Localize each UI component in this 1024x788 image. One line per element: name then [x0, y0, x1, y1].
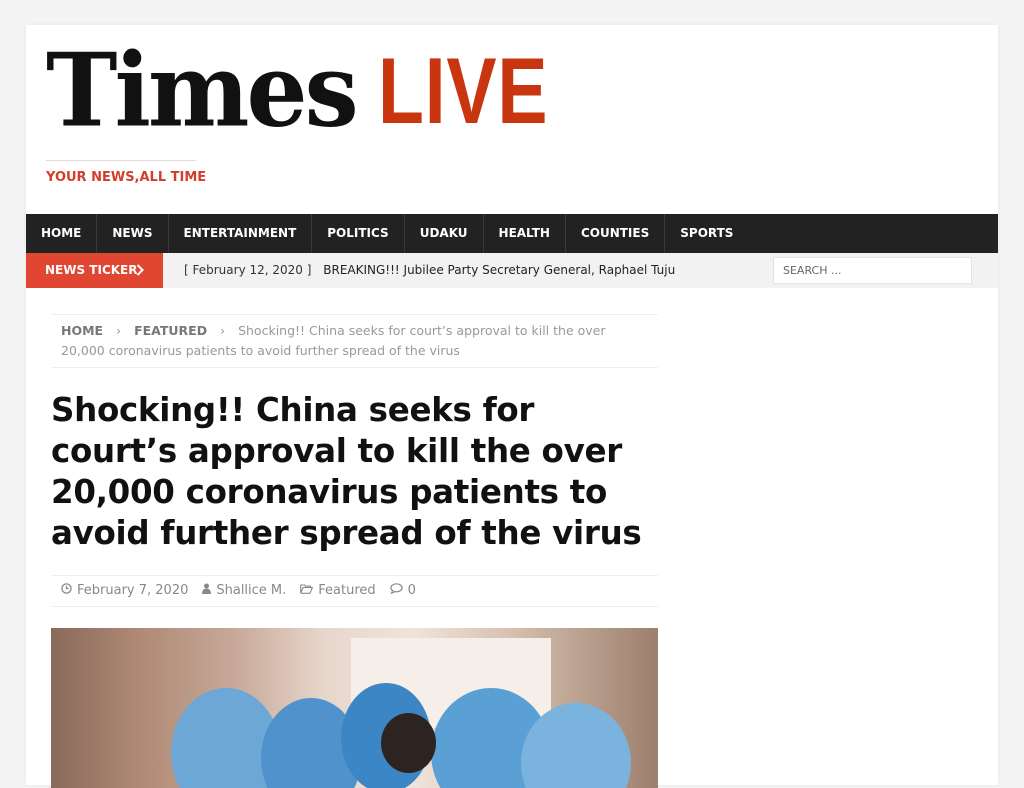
article-date: February 7, 2020	[77, 583, 189, 598]
site-header: Times LIVE YOUR NEWS,ALL TIME	[26, 25, 998, 214]
chevron-right-icon	[136, 253, 144, 288]
image-figure	[381, 713, 436, 773]
logo-live-text: LIVE	[377, 38, 548, 143]
comment-icon	[389, 576, 403, 606]
nav-item-entertainment[interactable]: ENTERTAINMENT	[169, 214, 313, 253]
search-input[interactable]	[773, 257, 972, 284]
folder-icon	[300, 576, 314, 606]
meta-category: Featured	[300, 576, 376, 606]
clock-icon	[61, 576, 72, 606]
news-ticker-label: NEWS TICKER	[26, 253, 163, 288]
nav-item-home[interactable]: HOME	[26, 214, 98, 253]
breadcrumb-separator-icon: ›	[116, 323, 122, 338]
article-meta: February 7, 2020 Shallice M. Featured 0	[51, 575, 658, 607]
meta-author: Shallice M.	[202, 576, 286, 606]
user-icon	[202, 576, 212, 606]
site-logo[interactable]: Times LIVE	[46, 31, 591, 150]
meta-date: February 7, 2020	[61, 576, 188, 606]
breadcrumb-category-link[interactable]: FEATURED	[134, 323, 207, 338]
nav-item-counties[interactable]: COUNTIES	[566, 214, 666, 253]
nav-item-health[interactable]: HEALTH	[484, 214, 566, 253]
nav-item-news[interactable]: NEWS	[97, 214, 169, 253]
main-navigation: HOME NEWS ENTERTAINMENT POLITICS UDAKU H…	[26, 214, 998, 253]
meta-comments: 0	[389, 576, 416, 606]
article-author-link[interactable]: Shallice M.	[216, 576, 286, 606]
ticker-headline-link[interactable]: [ February 12, 2020 ] BREAKING!!! Jubile…	[184, 253, 675, 288]
article-category-link[interactable]: Featured	[318, 576, 375, 606]
page-wrapper: Times LIVE YOUR NEWS,ALL TIME HOME NEWS …	[26, 25, 998, 788]
breadcrumb: HOME › FEATURED › Shocking!! China seeks for…	[51, 314, 658, 368]
news-ticker-bar: NEWS TICKER [ February 12, 2020 ] BREAKI…	[26, 253, 998, 288]
logo-times-text: Times	[46, 31, 359, 150]
article-title: Shocking!! China seeks for court’s appro…	[51, 391, 642, 552]
nav-item-politics[interactable]: POLITICS	[312, 214, 405, 253]
site-tagline: YOUR NEWS,ALL TIME	[46, 170, 207, 185]
ticker-date: [ February 12, 2020 ]	[184, 263, 312, 277]
breadcrumb-separator-icon: ›	[220, 323, 226, 338]
nav-item-udaku[interactable]: UDAKU	[405, 214, 484, 253]
news-ticker-label-text: NEWS TICKER	[45, 263, 138, 277]
article-featured-image	[51, 628, 658, 788]
article-comments-link[interactable]: 0	[408, 576, 416, 606]
tagline-divider	[46, 160, 196, 161]
nav-item-sports[interactable]: SPORTS	[665, 214, 748, 253]
ticker-headline: BREAKING!!! Jubilee Party Secretary Gene…	[323, 263, 676, 277]
article-content: HOME › FEATURED › Shocking!! China seeks for…	[51, 314, 658, 788]
breadcrumb-home-link[interactable]: HOME	[61, 323, 103, 338]
